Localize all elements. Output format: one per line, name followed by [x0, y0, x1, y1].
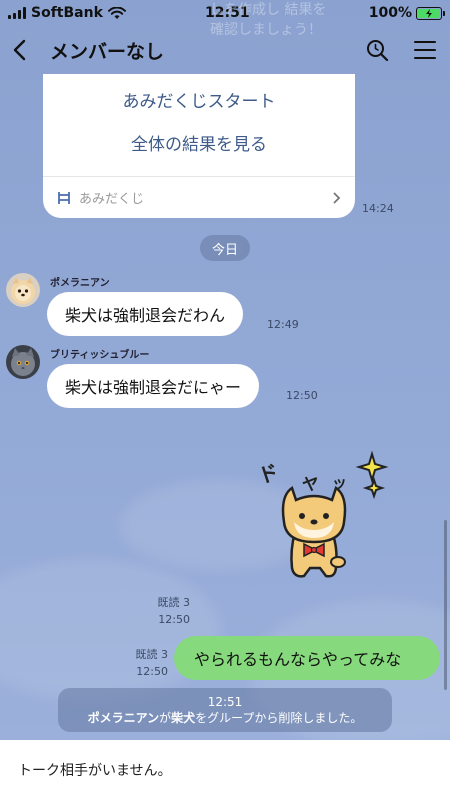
- amidakuji-footer[interactable]: あみだくじ: [43, 176, 355, 218]
- signal-icon: [8, 7, 26, 19]
- amidakuji-icon: [58, 191, 70, 204]
- chat-header: しを作成し 結果を 確認しましょう！ メンバーなし: [0, 2, 450, 74]
- view-all-results-link[interactable]: 全体の結果を見る: [43, 130, 355, 155]
- sticker-text-tsu: ッ: [331, 473, 348, 493]
- menu-button[interactable]: [412, 37, 438, 63]
- hamburger-menu-icon: [414, 41, 436, 59]
- message-time: 12:50: [286, 389, 318, 402]
- date-separator: 今日: [200, 235, 250, 261]
- pomeranian-avatar-icon: [6, 273, 40, 307]
- status-bar: SoftBank 12:51 100%: [0, 0, 450, 26]
- clock: 12:51: [205, 5, 250, 21]
- search-button[interactable]: [364, 37, 390, 63]
- sender-name: ポメラニアン: [50, 278, 110, 289]
- message-time: 12:49: [267, 318, 299, 331]
- message-bubble[interactable]: 柴犬は強制退会だにゃー: [47, 364, 260, 408]
- system-time: 12:51: [207, 695, 243, 709]
- no-members-text: トーク相手がいません。: [18, 763, 172, 779]
- system-notification: 12:51 ポメラニアンが柴犬をグループから削除しました。: [58, 688, 392, 732]
- message-bubble[interactable]: 柴犬は強制退会だわん: [47, 292, 244, 336]
- search-icon: [367, 40, 389, 62]
- carrier-label: SoftBank: [31, 5, 103, 21]
- avatar-british-blue[interactable]: [6, 345, 40, 379]
- message-text: 柴犬は強制退会だにゃー: [65, 378, 242, 397]
- chat-title: メンバーなし: [50, 40, 165, 63]
- battery-icon: [416, 6, 445, 20]
- outgoing-message-text: やられるもんならやってみな: [194, 650, 402, 669]
- sender-name: ブリティッシュブルー: [50, 350, 150, 361]
- amidakuji-footer-label: あみだくじ: [79, 192, 145, 207]
- amidakuji-card: あみだくじスタート 全体の結果を見る あみだくじ: [43, 74, 355, 218]
- outgoing-read-receipt: 既読 3 12:50: [135, 648, 169, 678]
- chevron-left-icon: [13, 39, 26, 61]
- chevron-right-icon: [333, 192, 341, 203]
- back-button[interactable]: [12, 32, 40, 68]
- scrollbar-thumb[interactable]: [444, 520, 447, 690]
- shiba-sticker[interactable]: ド ヤ ッ: [250, 450, 390, 590]
- british-blue-cat-avatar-icon: [6, 345, 40, 379]
- avatar-pomeranian[interactable]: [6, 273, 40, 307]
- amidakuji-start-link[interactable]: あみだくじスタート: [43, 87, 355, 112]
- battery-percent: 100%: [368, 5, 412, 21]
- wifi-icon: [107, 6, 126, 19]
- no-members-bar: トーク相手がいません。: [0, 740, 450, 800]
- card-time: 14:24: [362, 202, 394, 215]
- sticker-read-receipt: 既読 3 12:50: [157, 596, 191, 626]
- message-text: 柴犬は強制退会だわん: [65, 306, 226, 325]
- system-text: ポメラニアンが柴犬をグループから削除しました。: [87, 711, 363, 725]
- outgoing-message-bubble[interactable]: やられるもんならやってみな: [174, 636, 440, 680]
